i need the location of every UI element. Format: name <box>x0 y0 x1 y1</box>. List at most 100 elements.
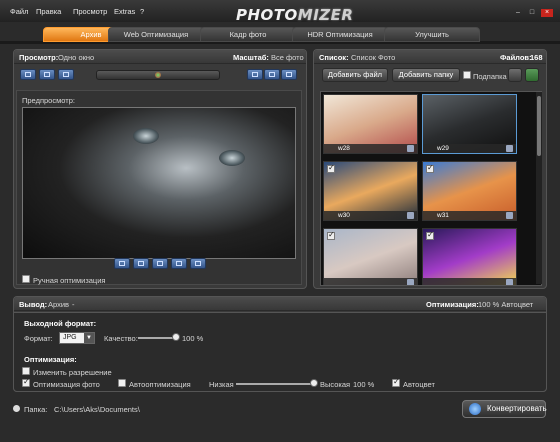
menu-edit[interactable]: Правка <box>36 7 61 16</box>
scale-value: Все фото <box>271 53 304 62</box>
scale-label: Масштаб: <box>233 53 269 62</box>
optimization-summary-value: 100 % Автоцвет <box>478 300 534 309</box>
photo-opt-checkbox[interactable] <box>22 377 30 387</box>
view-value: Одно окно <box>58 53 95 62</box>
thumbnail-checkbox[interactable] <box>426 230 434 240</box>
thumbnail-item[interactable]: w31 <box>422 161 517 221</box>
app-logo: PHOTOMIZER <box>236 6 353 24</box>
minimize-button[interactable]: – <box>513 9 523 17</box>
convert-button[interactable]: Конвертировать <box>462 400 547 418</box>
compare-view-icon <box>63 72 69 77</box>
thumbnail-caption <box>423 278 516 285</box>
thumbnail-item[interactable]: w28 <box>323 94 418 154</box>
single-view-icon <box>25 72 31 77</box>
format-value: JPG <box>63 334 77 341</box>
quality-value: 100 % <box>182 334 204 343</box>
rotate-right-button[interactable] <box>133 258 149 269</box>
list-value: Список Фото <box>351 53 396 62</box>
preview-image <box>22 107 296 259</box>
auto-opt-label: Автооптимизация <box>129 380 191 389</box>
flip-button[interactable] <box>171 258 187 269</box>
grid-view-button[interactable] <box>525 68 539 82</box>
format-label: Формат: <box>24 334 53 343</box>
zoom-in-button[interactable] <box>281 69 297 80</box>
photo-opt-label: Оптимизация фото <box>33 380 100 389</box>
folder-radio[interactable] <box>13 405 20 412</box>
zoom-fit-button[interactable] <box>264 69 280 80</box>
image-info-icon <box>506 279 513 285</box>
thumbnail-item[interactable] <box>422 228 517 285</box>
image-info-icon <box>407 279 414 285</box>
split-view-icon <box>44 72 50 77</box>
thumbnail-grid: w28 w29 w30 w31 <box>320 91 542 286</box>
files-label: Файлов: <box>500 53 532 62</box>
tab-web-optimization[interactable]: Web Оптимизация <box>108 27 204 42</box>
output-value: Архив <box>48 300 70 309</box>
menu-view[interactable]: Просмотр <box>73 7 107 16</box>
thumbnail-caption: w30 <box>324 211 417 220</box>
list-view-button[interactable] <box>508 68 522 82</box>
level-high-label: Высокая <box>320 380 351 389</box>
tab-photo-frame[interactable]: Кадр фото <box>200 27 296 42</box>
menu-help[interactable]: ? <box>140 7 144 16</box>
zoom-fit-icon <box>269 72 275 77</box>
thumbnail-item[interactable] <box>323 228 418 285</box>
maximize-button[interactable]: □ <box>527 9 537 17</box>
level-value: 100 % <box>353 380 375 389</box>
crop-icon <box>157 261 163 266</box>
image-info-icon <box>407 145 414 152</box>
save-image-button[interactable] <box>190 258 206 269</box>
format-select[interactable]: JPG ▼ <box>59 332 95 344</box>
thumbnail-caption <box>324 278 417 285</box>
zoom-out-button[interactable] <box>247 69 263 80</box>
image-info-icon <box>506 212 513 219</box>
menu-file[interactable]: Файл <box>10 7 28 16</box>
level-slider-knob[interactable] <box>310 379 318 387</box>
save-image-icon <box>195 261 201 266</box>
rotate-right-icon <box>138 261 144 266</box>
autocolor-checkbox[interactable] <box>392 377 400 387</box>
manual-opt-checkbox[interactable] <box>22 275 30 283</box>
thumbnail-item[interactable]: w29 <box>422 94 517 154</box>
thumbnail-scroll-thumb[interactable] <box>537 96 541 156</box>
tab-enhance[interactable]: Улучшить <box>384 27 480 42</box>
thumbnail-item[interactable]: w30 <box>323 161 418 221</box>
manual-opt-label: Ручная оптимизация <box>33 276 106 285</box>
level-low-label: Низкая <box>209 380 234 389</box>
close-button[interactable]: × <box>541 9 553 17</box>
chevron-down-icon: ▼ <box>84 333 94 343</box>
zoom-out-icon <box>252 72 258 77</box>
view-label: Просмотр: <box>19 53 59 62</box>
subfolder-checkbox[interactable] <box>463 71 471 79</box>
optimization-title: Оптимизация: <box>24 355 77 364</box>
thumbnail-checkbox[interactable] <box>327 230 335 240</box>
add-file-button[interactable]: Добавить файл <box>322 68 388 82</box>
rotate-left-icon <box>119 261 125 266</box>
list-label: Список: <box>319 53 349 62</box>
split-view-button[interactable] <box>39 69 55 80</box>
color-wheel-icon <box>155 72 161 78</box>
thumbnail-checkbox[interactable] <box>327 163 335 173</box>
quality-slider[interactable] <box>138 337 176 339</box>
menu-extras[interactable]: Extras <box>114 7 135 16</box>
quality-slider-knob[interactable] <box>172 333 180 341</box>
optimization-summary-label: Оптимизация: <box>426 300 479 309</box>
compare-view-button[interactable] <box>58 69 74 80</box>
add-folder-button[interactable]: Добавить папку <box>392 68 460 82</box>
rotate-left-button[interactable] <box>114 258 130 269</box>
preview-title: Предпросмотр: <box>22 96 75 105</box>
thumbnail-checkbox[interactable] <box>426 163 434 173</box>
resize-checkbox[interactable] <box>22 367 30 375</box>
folder-path[interactable]: C:\Users\Aks\Documents\ <box>54 405 140 414</box>
preview-progress <box>96 70 220 80</box>
single-view-button[interactable] <box>20 69 36 80</box>
auto-opt-checkbox[interactable] <box>118 379 126 387</box>
tab-hdr-optimization[interactable]: HDR Оптимизация <box>292 27 388 42</box>
crop-button[interactable] <box>152 258 168 269</box>
logo-part1: PHOTO <box>236 6 298 24</box>
flip-icon <box>176 261 182 266</box>
level-slider[interactable] <box>236 383 314 385</box>
output-dash: - <box>72 300 75 309</box>
files-count: 168 <box>530 53 543 62</box>
image-info-icon <box>506 145 513 152</box>
